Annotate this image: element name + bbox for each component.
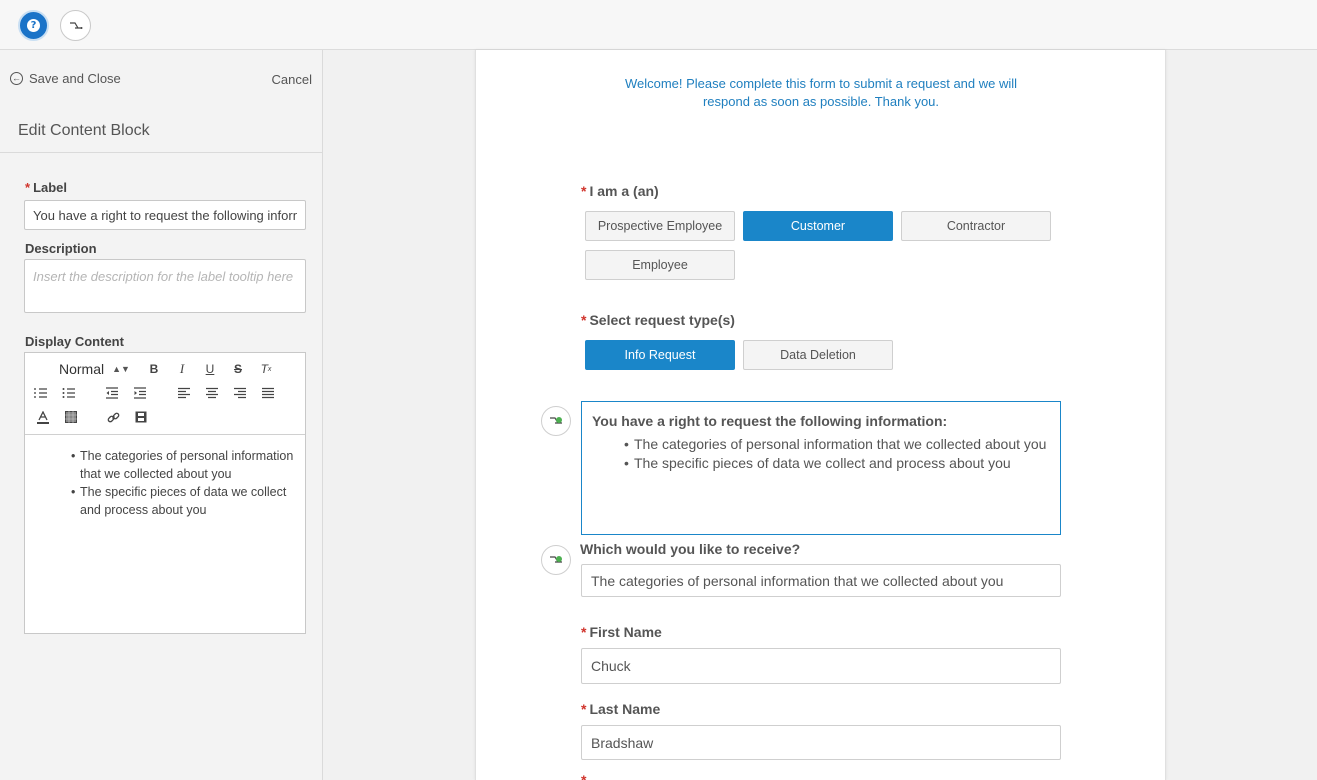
receive-label: Which would you like to receive? [580,541,801,557]
outdent-icon[interactable] [103,384,121,402]
text-color-icon[interactable] [34,408,52,426]
workflow-button[interactable] [60,10,91,41]
align-center-icon[interactable] [203,384,221,402]
request-type-label: * Select request type(s) [581,312,735,328]
request-type-label-text: Select request type(s) [589,312,735,328]
rich-text-editor: Normal ▲▼ B I U S Tx • The categories of… [24,352,306,634]
list-item: • The specific pieces of data we collect… [624,454,1050,473]
indent-icon[interactable] [131,384,149,402]
next-field-label: * [581,772,589,780]
required-marker: * [581,624,587,640]
save-and-close-label: Save and Close [29,71,121,86]
last-name-input[interactable] [581,725,1061,760]
format-select[interactable]: Normal ▲▼ [59,360,130,378]
strikethrough-icon[interactable]: S [229,360,247,378]
active-status-dot [556,417,562,423]
description-label: Description [25,241,97,256]
bullet: • [624,455,629,471]
welcome-message: Welcome! Please complete this form to su… [536,75,1106,111]
ordered-list-icon[interactable] [32,384,50,402]
list-item: • The specific pieces of data we collect… [71,483,305,519]
required-marker: * [581,772,587,780]
bold-icon[interactable]: B [145,360,163,378]
back-arrow-icon: ← [10,72,23,85]
iam-label-text: I am a (an) [589,183,659,199]
display-content-label: Display Content [25,334,124,349]
workflow-rule-button[interactable] [541,406,571,436]
required-marker: * [581,701,587,717]
bullet-list-icon[interactable] [60,384,78,402]
option-contractor[interactable]: Contractor [901,211,1051,241]
list-item-text: The specific pieces of data we collect a… [634,455,1011,471]
editor-toolbar: Normal ▲▼ B I U S Tx [25,353,305,435]
label-field-label: * Label [25,180,67,195]
save-and-close-button[interactable]: ← Save and Close [10,71,121,86]
first-name-label: * First Name [581,624,662,640]
first-name-input[interactable] [581,648,1061,684]
description-textarea[interactable] [24,259,306,313]
form-canvas: Welcome! Please complete this form to su… [475,50,1166,780]
workflow-icon [69,21,82,29]
active-status-dot [556,556,562,562]
option-info-request[interactable]: Info Request [585,340,735,370]
divider [0,152,322,153]
content-block-title: You have a right to request the followin… [592,413,948,429]
iam-label: * I am a (an) [581,183,659,199]
background-color-icon[interactable] [62,408,80,426]
editor-content[interactable]: • The categories of personal information… [25,435,305,519]
list-item: • The categories of personal information… [71,447,305,483]
align-left-icon[interactable] [175,384,193,402]
list-item-text: The categories of personal information t… [80,449,294,481]
list-item-text: The categories of personal information t… [634,436,1047,452]
required-marker: * [581,183,587,199]
align-justify-icon[interactable] [259,384,277,402]
italic-icon[interactable]: I [173,360,191,378]
video-icon[interactable] [132,408,150,426]
top-bar: ? [0,0,1317,50]
help-button[interactable]: ? [18,10,49,41]
workflow-rule-button[interactable] [541,545,571,575]
label-input[interactable] [24,200,306,230]
first-name-label-text: First Name [589,624,662,640]
option-employee[interactable]: Employee [585,250,735,280]
option-customer[interactable]: Customer [743,211,893,241]
content-block-selected[interactable]: You have a right to request the followin… [581,401,1061,535]
list-item-text: The specific pieces of data we collect a… [80,485,287,517]
bullet: • [71,485,76,499]
welcome-line-2: respond as soon as possible. Thank you. [702,94,940,109]
align-right-icon[interactable] [231,384,249,402]
last-name-label: * Last Name [581,701,660,717]
required-marker: * [581,312,587,328]
edit-panel: ← Save and Close Cancel Edit Content Blo… [0,50,323,780]
welcome-line-1: Welcome! Please complete this form to su… [624,76,1018,91]
required-marker: * [25,180,31,195]
list-item: • The categories of personal information… [624,435,1050,454]
option-data-deletion[interactable]: Data Deletion [743,340,893,370]
bullet: • [624,436,629,452]
underline-icon[interactable]: U [201,360,219,378]
last-name-label-text: Last Name [589,701,661,717]
help-icon: ? [27,19,40,32]
bullet: • [71,449,76,463]
label-field-text: Label [33,180,68,195]
option-prospective-employee[interactable]: Prospective Employee [585,211,735,241]
content-block-list: • The categories of personal information… [592,435,1050,473]
cancel-button[interactable]: Cancel [272,72,312,87]
receive-select[interactable]: The categories of personal information t… [581,564,1061,597]
clear-format-icon[interactable]: Tx [257,360,275,378]
panel-title: Edit Content Block [18,122,150,139]
link-icon[interactable] [104,408,122,426]
updown-caret-icon: ▲▼ [112,364,130,374]
format-select-value: Normal [59,361,105,377]
